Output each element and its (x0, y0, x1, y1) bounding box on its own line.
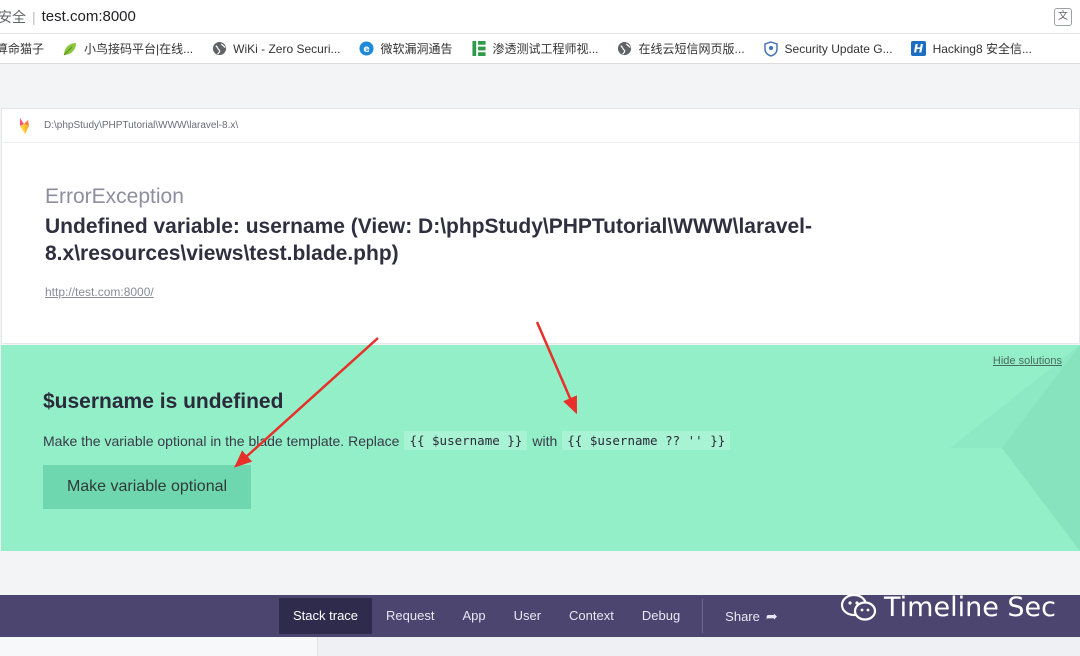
leaf-icon (62, 41, 78, 57)
watermark-text: Timeline Sec (884, 592, 1056, 623)
shield-icon (763, 40, 779, 57)
tab-context[interactable]: Context (555, 598, 628, 634)
bookmark-green-icon (471, 41, 487, 57)
tab-request[interactable]: Request (372, 598, 448, 634)
solution-decoration (1002, 345, 1080, 551)
wechat-icon (840, 593, 878, 623)
nav-divider (702, 599, 704, 633)
make-variable-optional-button[interactable]: Make variable optional (43, 465, 251, 509)
bookmark-label: 在线云短信网页版... (638, 42, 745, 56)
bookmark-label: 小鸟接码平台|在线... (84, 42, 194, 56)
path-bar: D:\phpStudy\PHPTutorial\WWW\laravel-8.x\ (2, 109, 1079, 143)
watermark: Timeline Sec (840, 592, 1056, 623)
ignition-logo-icon (18, 117, 30, 134)
hide-solutions-link[interactable]: Hide solutions (993, 355, 1062, 367)
edge-icon: e (359, 41, 375, 57)
page-content: D:\phpStudy\PHPTutorial\WWW\laravel-8.x\… (0, 64, 1080, 656)
bookmark-label: Hacking8 安全信... (932, 42, 1032, 56)
bookmark-item[interactable]: 在线云短信网页版... (617, 40, 745, 57)
security-label: 安全 (0, 8, 26, 25)
h-icon: H (911, 41, 927, 57)
bookmark-label: 渗透测试工程师视... (492, 42, 599, 56)
error-card: D:\phpStudy\PHPTutorial\WWW\laravel-8.x\… (1, 108, 1080, 344)
globe-icon (617, 41, 633, 57)
svg-text:H: H (914, 43, 924, 56)
bookmark-item[interactable]: e 微软漏洞通告 (359, 40, 453, 57)
bookmark-item[interactable]: 渗透测试工程师视... (471, 40, 599, 57)
translate-icon[interactable]: 文 (1054, 8, 1072, 26)
bookmark-label: Security Update G... (784, 41, 893, 56)
share-label: Share (725, 609, 760, 624)
solution-title: $username is undefined (43, 390, 284, 413)
tab-stack-trace[interactable]: Stack trace (279, 598, 373, 634)
exception-message: Undefined variable: username (View: D:\p… (45, 215, 813, 265)
bookmark-item[interactable]: Security Update G... (763, 40, 893, 57)
bookmark-item[interactable]: WiKi - Zero Securi... (211, 41, 341, 57)
globe-icon (211, 41, 227, 57)
solution-panel: Hide solutions $username is undefined Ma… (1, 345, 1080, 551)
exception-type: ErrorException (45, 185, 184, 208)
solution-desc-mid: with (532, 432, 558, 449)
url-text[interactable]: test.com:8000 (42, 8, 136, 25)
address-separator: | (32, 8, 36, 25)
svg-text:e: e (363, 44, 369, 55)
project-path: D:\phpStudy\PHPTutorial\WWW\laravel-8.x\ (44, 120, 239, 131)
stack-frame-list (0, 637, 318, 656)
bookmark-item[interactable]: 小鸟接码平台|在线... (62, 40, 193, 57)
tab-app[interactable]: App (448, 598, 499, 634)
bottom-strip (0, 637, 1080, 656)
code-replacement: {{ $username ?? '' }} (562, 431, 731, 450)
solution-desc-prefix: Make the variable optional in the blade … (43, 432, 400, 449)
solution-description: Make the variable optional in the blade … (43, 431, 735, 450)
share-button[interactable]: Share ➦ (711, 598, 791, 634)
bookmark-label: 算命猫子 (0, 42, 45, 56)
address-bar[interactable]: 安全 | test.com:8000 文 (0, 0, 1080, 34)
bookmark-item[interactable]: 算命猫子 (0, 40, 44, 57)
bookmarks-bar: 算命猫子 小鸟接码平台|在线... WiKi - Zero Securi... … (0, 34, 1080, 64)
tab-user[interactable]: User (500, 598, 555, 634)
bookmark-label: WiKi - Zero Securi... (233, 41, 341, 56)
code-original: {{ $username }} (404, 431, 528, 450)
request-url-link[interactable]: http://test.com:8000/ (45, 285, 154, 299)
tab-debug[interactable]: Debug (628, 598, 694, 634)
share-icon: ➦ (765, 608, 778, 624)
bookmark-label: 微软漏洞通告 (380, 42, 453, 56)
bookmark-item[interactable]: H Hacking8 安全信... (911, 40, 1032, 57)
